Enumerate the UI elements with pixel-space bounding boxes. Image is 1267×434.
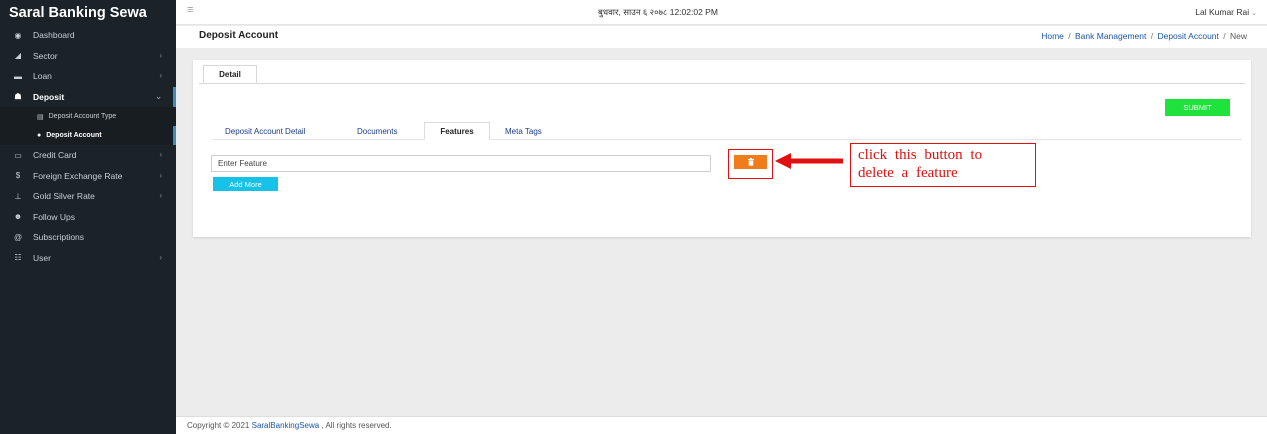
brand-title: Saral Banking Sewa: [9, 5, 147, 21]
sidebar-subitem-label: Deposit Account: [46, 132, 102, 139]
sidebar-item-label: User: [33, 252, 51, 263]
sidebar-item-deposit[interactable]: ☗ Deposit ⌄: [0, 86, 176, 108]
tab-deposit-account-detail[interactable]: Deposit Account Detail: [225, 122, 306, 140]
sidebar-item-label: Dashboard: [33, 30, 75, 41]
sidebar: Saral Banking Sewa ◉ Dashboard ◢ Sector …: [0, 0, 176, 434]
breadcrumb-separator: /: [1220, 31, 1228, 41]
tab-detail[interactable]: Detail: [203, 65, 257, 84]
current-datetime: बुधवार, साउन ६ २०७८ 12:02:02 PM: [598, 7, 718, 17]
user-menu[interactable]: Lal Kumar Rai ⌄: [1195, 7, 1257, 17]
add-more-button[interactable]: Add More: [213, 177, 278, 191]
sidebar-item-label: Credit Card: [33, 150, 77, 161]
topbar: ≡ बुधवार, साउन ६ २०७८ 12:02:02 PM Lal Ku…: [176, 0, 1267, 25]
chevron-right-icon: ›: [159, 150, 162, 159]
dollar-icon: $: [15, 171, 21, 181]
feature-input[interactable]: [211, 155, 711, 172]
copyright-text: Copyright © 2021 SaralBankingSewa , All …: [187, 421, 392, 430]
sidebar-item-sector[interactable]: ◢ Sector ›: [0, 46, 176, 67]
chevron-down-icon: ⌄: [1251, 10, 1257, 17]
sidebar-subitem-deposit-account[interactable]: ● Deposit Account: [0, 126, 176, 145]
tab-documents[interactable]: Documents: [357, 122, 397, 140]
trash-icon: [747, 158, 754, 166]
annotation-arrow: [775, 153, 843, 169]
dashboard-icon: ◉: [14, 30, 22, 40]
footer: Copyright © 2021 SaralBankingSewa , All …: [176, 416, 1267, 434]
breadcrumb-home[interactable]: Home: [1041, 31, 1064, 41]
loan-icon: ▬: [14, 71, 22, 81]
user-name: Lal Kumar Rai: [1195, 7, 1250, 17]
breadcrumb-deposit-account[interactable]: Deposit Account: [1157, 31, 1218, 41]
sidebar-item-label: Gold Silver Rate: [33, 191, 95, 202]
subscriptions-icon: @: [13, 232, 23, 242]
annotation-callout: click this button to delete a feature: [850, 143, 1036, 187]
sidebar-subitem-deposit-account-type[interactable]: ▤ Deposit Account Type: [0, 107, 176, 126]
sidebar-item-loan[interactable]: ▬ Loan ›: [0, 66, 176, 87]
sidebar-item-user[interactable]: ☷ User ›: [0, 248, 176, 269]
footer-link[interactable]: SaralBankingSewa: [252, 421, 320, 430]
sidebar-item-label: Subscriptions: [33, 232, 85, 243]
credit-card-icon: ▭: [14, 150, 22, 160]
chevron-right-icon: ›: [159, 71, 162, 80]
breadcrumb-separator: /: [1065, 31, 1073, 41]
sidebar-item-subscriptions[interactable]: @ Subscriptions: [0, 227, 176, 248]
hamburger-menu-icon[interactable]: ≡: [187, 4, 193, 16]
tab-meta-tags[interactable]: Meta Tags: [505, 122, 542, 140]
sidebar-item-label: Foreign Exchange Rate: [33, 170, 123, 181]
chevron-down-icon: ⌄: [155, 91, 162, 101]
chevron-right-icon: ›: [159, 50, 162, 60]
follow-ups-icon: ☻: [13, 212, 23, 222]
page-title: Deposit Account: [199, 30, 279, 41]
sidebar-item-dashboard[interactable]: ◉ Dashboard: [0, 25, 176, 46]
card-icon: ▤: [37, 113, 44, 121]
sector-icon: ◢: [14, 51, 22, 61]
tab-divider: [199, 83, 1245, 84]
chevron-right-icon: ›: [159, 191, 162, 200]
sidebar-item-label: Follow Ups: [33, 211, 76, 222]
subtabs: Deposit Account Detail Documents Feature…: [212, 122, 1242, 140]
page-header: Deposit Account Home / Bank Management /…: [176, 26, 1267, 48]
delete-feature-button[interactable]: [734, 155, 767, 169]
submit-button[interactable]: SUBMIT: [1165, 99, 1230, 116]
sidebar-item-label: Sector: [33, 50, 58, 61]
sidebar-item-label: Loan: [33, 71, 52, 82]
breadcrumb-current: New: [1229, 31, 1247, 41]
users-icon: ☷: [14, 253, 22, 263]
copyright-prefix: Copyright © 2021: [187, 421, 252, 430]
deposit-icon: ☗: [14, 92, 22, 102]
sidebar-subitem-label: Deposit Account Type: [48, 113, 117, 120]
chevron-right-icon: ›: [159, 252, 162, 262]
sidebar-nav: ◉ Dashboard ◢ Sector › ▬ Loan › ☗ Deposi…: [0, 25, 176, 268]
breadcrumb: Home / Bank Management / Deposit Account…: [1041, 31, 1247, 41]
breadcrumb-separator: /: [1148, 31, 1156, 41]
copyright-suffix: , All rights reserved.: [319, 421, 392, 430]
sidebar-item-gold-silver-rate[interactable]: ⊥ Gold Silver Rate ›: [0, 186, 176, 207]
breadcrumb-bank-management[interactable]: Bank Management: [1075, 31, 1146, 41]
gold-icon: ⊥: [14, 191, 22, 201]
chevron-right-icon: ›: [159, 170, 162, 180]
annotation-text-line-2: delete a feature: [858, 165, 958, 181]
sidebar-item-label: Deposit: [33, 91, 65, 102]
account-icon: ●: [37, 132, 42, 139]
sidebar-item-follow-ups[interactable]: ☻ Follow Ups: [0, 207, 176, 228]
deposit-account-card: Detail SUBMIT Deposit Account Detail Doc…: [193, 60, 1251, 237]
sidebar-item-credit-card[interactable]: ▭ Credit Card ›: [0, 145, 176, 166]
sidebar-item-foreign-exchange-rate[interactable]: $ Foreign Exchange Rate ›: [0, 166, 176, 187]
annotation-text-line-1: click this button to: [858, 147, 983, 163]
tab-features[interactable]: Features: [424, 122, 490, 140]
